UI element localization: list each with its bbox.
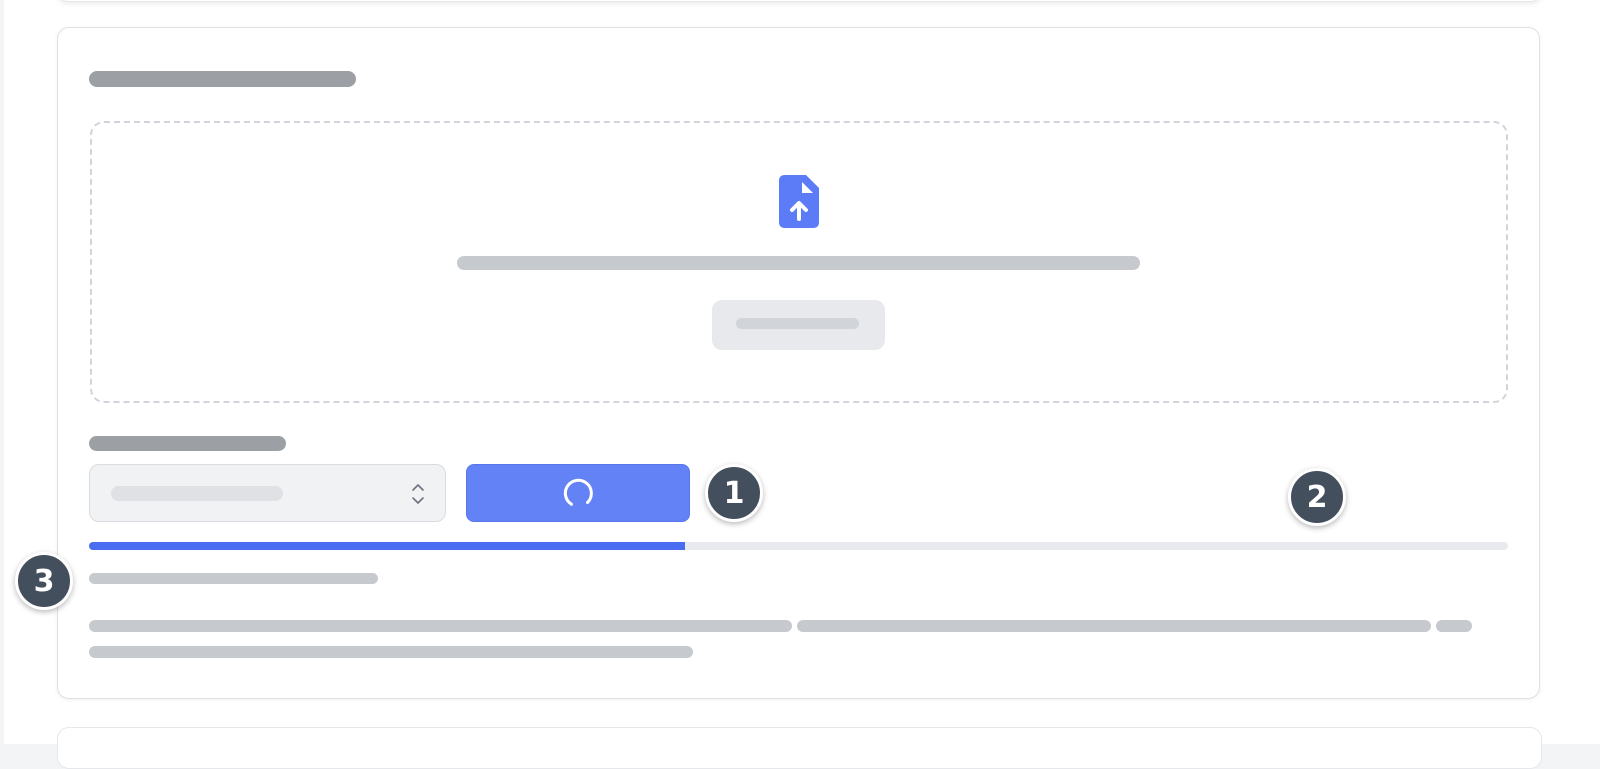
file-upload-icon	[779, 175, 819, 228]
description-line-1a-placeholder	[89, 620, 792, 632]
marker-1: 1	[705, 464, 763, 522]
upload-progress-fill	[89, 542, 685, 550]
browse-button-label-placeholder	[736, 318, 859, 329]
next-card	[57, 727, 1542, 769]
loading-spinner-icon	[563, 478, 593, 506]
card-title-placeholder	[89, 71, 356, 87]
chevron-up-down-icon	[412, 484, 424, 504]
format-select[interactable]	[89, 464, 446, 522]
upload-progress-bar	[89, 542, 1508, 550]
status-text-placeholder	[89, 573, 378, 584]
dropzone-instructions-placeholder	[457, 256, 1140, 270]
previous-card	[57, 0, 1542, 2]
marker-2: 2	[1288, 468, 1346, 526]
description-line-1c-placeholder	[1436, 620, 1472, 632]
select-value-placeholder	[111, 486, 283, 501]
upload-submit-button[interactable]	[466, 464, 690, 522]
field-label-placeholder	[89, 436, 286, 451]
browse-files-button[interactable]	[712, 300, 885, 350]
description-line-1b-placeholder	[797, 620, 1431, 632]
description-line-2-placeholder	[89, 646, 693, 658]
marker-3: 3	[15, 552, 73, 610]
